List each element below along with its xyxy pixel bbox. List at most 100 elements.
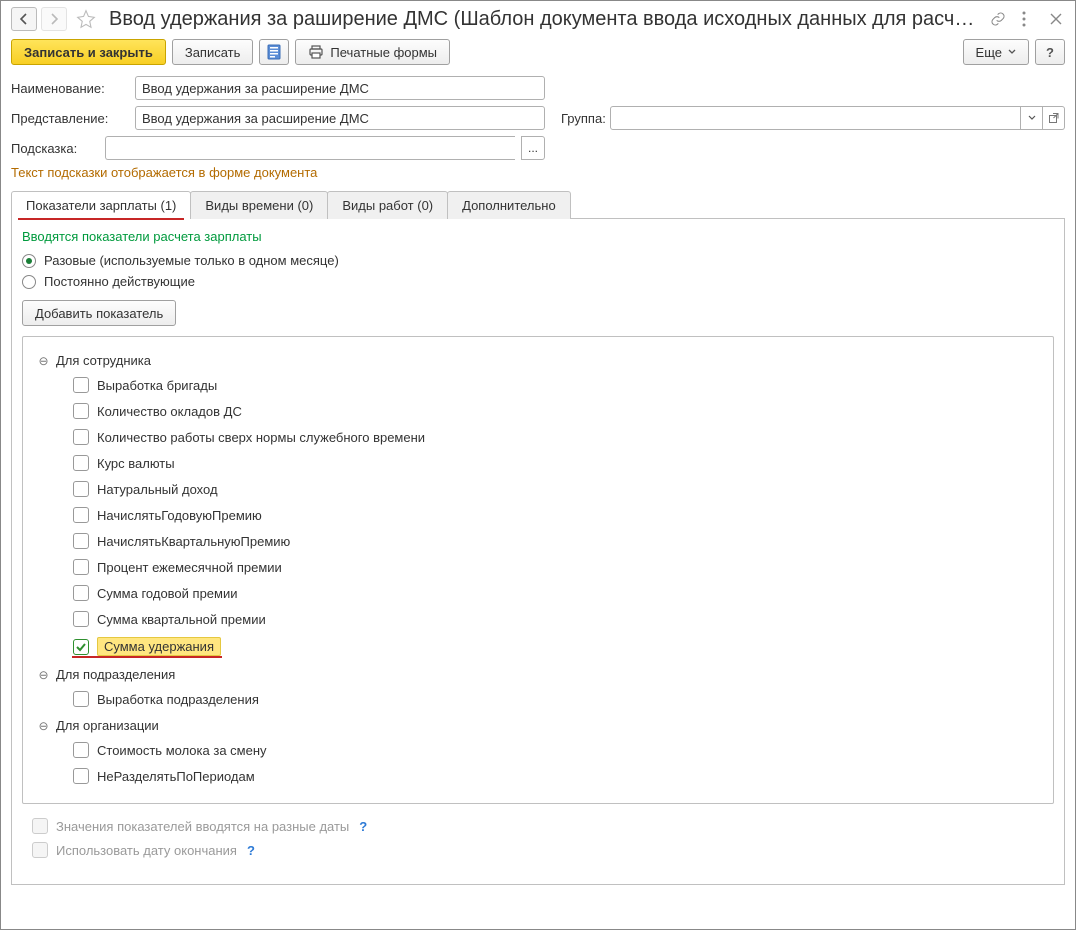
print-forms-button[interactable]: Печатные формы <box>295 39 450 65</box>
checkbox[interactable] <box>73 533 89 549</box>
tree-item[interactable]: Выработка подразделения <box>31 686 1045 712</box>
selection-marker <box>72 656 222 658</box>
group-label: Для организации <box>56 718 159 733</box>
group-label: Группа: <box>561 111 606 126</box>
checkbox[interactable] <box>73 559 89 575</box>
form-icon <box>267 44 281 60</box>
tree-item[interactable]: Количество окладов ДС <box>31 398 1045 424</box>
arrow-right-icon <box>48 13 60 25</box>
radio-once-label: Разовые (используемые только в одном мес… <box>44 253 339 268</box>
item-label: НачислятьКвартальнуюПремию <box>97 534 290 549</box>
tab-label: Виды работ (0) <box>342 198 433 213</box>
checkbox-disabled <box>32 818 48 834</box>
hint-ellipsis: ... <box>528 141 538 155</box>
radio-icon <box>22 254 36 268</box>
item-label: Сумма годовой премии <box>97 586 238 601</box>
tab-label: Виды времени (0) <box>205 198 313 213</box>
tree-item-selected[interactable]: Сумма удержания <box>31 632 1045 661</box>
tree-item[interactable]: Выработка бригады <box>31 372 1045 398</box>
save-button[interactable]: Записать <box>172 39 254 65</box>
save-and-close-button[interactable]: Записать и закрыть <box>11 39 166 65</box>
open-external-icon <box>1048 112 1060 124</box>
chevron-down-icon <box>1028 115 1036 121</box>
tab-time-types[interactable]: Виды времени (0) <box>190 191 328 219</box>
tree-item[interactable]: Сумма годовой премии <box>31 580 1045 606</box>
tab-additional[interactable]: Дополнительно <box>447 191 571 219</box>
tree-item[interactable]: Количество работы сверх нормы служебного… <box>31 424 1045 450</box>
form-button[interactable] <box>259 39 289 65</box>
tree-item[interactable]: Процент ежемесячной премии <box>31 554 1045 580</box>
checkbox[interactable] <box>73 377 89 393</box>
item-label: Выработка подразделения <box>97 692 259 707</box>
arrow-left-icon <box>18 13 30 25</box>
forward-button[interactable] <box>41 7 67 31</box>
radio-once[interactable]: Разовые (используемые только в одном мес… <box>22 250 1054 271</box>
radio-icon <box>22 275 36 289</box>
hint-note: Текст подсказки отображается в форме док… <box>1 163 1075 190</box>
checkbox[interactable] <box>73 768 89 784</box>
item-label: Сумма квартальной премии <box>97 612 266 627</box>
tree-item[interactable]: Сумма квартальной премии <box>31 606 1045 632</box>
present-input[interactable] <box>135 106 545 130</box>
hint-open-button[interactable]: ... <box>521 136 545 160</box>
item-label: Количество окладов ДС <box>97 404 242 419</box>
checkbox[interactable] <box>73 742 89 758</box>
close-icon[interactable] <box>1047 10 1065 28</box>
group-open-button[interactable] <box>1043 106 1065 130</box>
tree-item[interactable]: Курс валюты <box>31 450 1045 476</box>
back-button[interactable] <box>11 7 37 31</box>
favorite-star-icon[interactable] <box>75 8 97 30</box>
tree-group-department[interactable]: ⊖ Для подразделения <box>31 661 1045 686</box>
item-label-highlighted: Сумма удержания <box>97 637 221 656</box>
tree-item[interactable]: НачислятьКвартальнуюПремию <box>31 528 1045 554</box>
group-input[interactable] <box>610 106 1021 130</box>
panel-heading: Вводятся показатели расчета зарплаты <box>22 229 1054 244</box>
more-label: Еще <box>976 45 1002 60</box>
indicator-tree: ⊖ Для сотрудника Выработка бригады Колич… <box>22 336 1054 804</box>
item-label: Натуральный доход <box>97 482 218 497</box>
collapse-icon: ⊖ <box>37 719 50 732</box>
checkbox[interactable] <box>73 611 89 627</box>
checkbox[interactable] <box>73 403 89 419</box>
kebab-menu-icon[interactable] <box>1015 10 1033 28</box>
tree-item[interactable]: Натуральный доход <box>31 476 1045 502</box>
checkbox[interactable] <box>73 481 89 497</box>
present-label: Представление: <box>11 111 129 126</box>
item-label: Курс валюты <box>97 456 175 471</box>
checkbox[interactable] <box>73 585 89 601</box>
radio-const[interactable]: Постоянно действующие <box>22 271 1054 292</box>
checkbox[interactable] <box>73 429 89 445</box>
help-button[interactable]: ? <box>1035 39 1065 65</box>
print-forms-label: Печатные формы <box>330 45 437 60</box>
chevron-down-icon <box>1008 49 1016 55</box>
group-dropdown-button[interactable] <box>1021 106 1043 130</box>
save-and-close-label: Записать и закрыть <box>24 45 153 60</box>
active-marker <box>18 218 184 220</box>
footer-opt2-label: Использовать дату окончания <box>56 843 237 858</box>
checkbox[interactable] <box>73 455 89 471</box>
checkbox-checked[interactable] <box>73 639 89 655</box>
checkbox[interactable] <box>73 507 89 523</box>
tab-label: Показатели зарплаты (1) <box>26 198 176 213</box>
help-icon[interactable]: ? <box>359 819 367 834</box>
tab-work-types[interactable]: Виды работ (0) <box>327 191 448 219</box>
checkbox-disabled <box>32 842 48 858</box>
link-icon[interactable] <box>989 10 1007 28</box>
tree-item[interactable]: НачислятьГодовуюПремию <box>31 502 1045 528</box>
tree-item[interactable]: НеРазделятьПоПериодам <box>31 763 1045 789</box>
group-label: Для сотрудника <box>56 353 151 368</box>
help-icon[interactable]: ? <box>247 843 255 858</box>
more-button[interactable]: Еще <box>963 39 1029 65</box>
printer-icon <box>308 45 324 59</box>
item-label: Выработка бригады <box>97 378 217 393</box>
footer-opt1-label: Значения показателей вводятся на разные … <box>56 819 349 834</box>
name-input[interactable] <box>135 76 545 100</box>
hint-input[interactable] <box>105 136 515 160</box>
tree-group-organization[interactable]: ⊖ Для организации <box>31 712 1045 737</box>
tab-salary-indicators[interactable]: Показатели зарплаты (1) <box>11 191 191 219</box>
add-indicator-button[interactable]: Добавить показатель <box>22 300 176 326</box>
tree-group-employee[interactable]: ⊖ Для сотрудника <box>31 347 1045 372</box>
checkbox[interactable] <box>73 691 89 707</box>
tree-item[interactable]: Стоимость молока за смену <box>31 737 1045 763</box>
add-indicator-label: Добавить показатель <box>35 306 163 321</box>
